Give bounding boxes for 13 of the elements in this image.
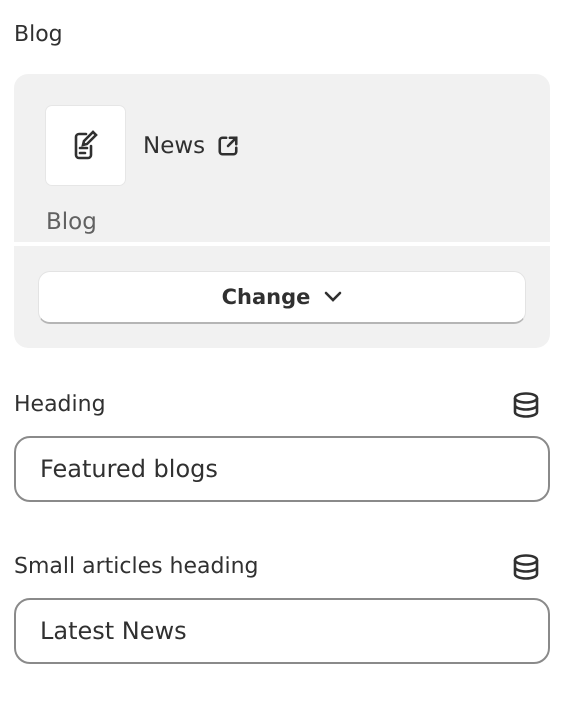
caret-icon xyxy=(324,291,342,303)
field-label: Small articles heading xyxy=(14,553,259,581)
document-edit-icon xyxy=(72,130,98,162)
external-link-icon[interactable] xyxy=(217,134,240,156)
section-label: Blog xyxy=(14,21,64,49)
text-field[interactable]: Featured blogs xyxy=(14,436,550,502)
change-button[interactable]: Change xyxy=(38,271,526,324)
text-field[interactable]: Latest News xyxy=(14,598,550,664)
blog-title: News xyxy=(143,132,206,158)
database-icon[interactable] xyxy=(512,554,540,580)
blog-type: Blog xyxy=(46,209,98,235)
field-label: Heading xyxy=(14,391,106,419)
database-icon[interactable] xyxy=(512,392,540,418)
